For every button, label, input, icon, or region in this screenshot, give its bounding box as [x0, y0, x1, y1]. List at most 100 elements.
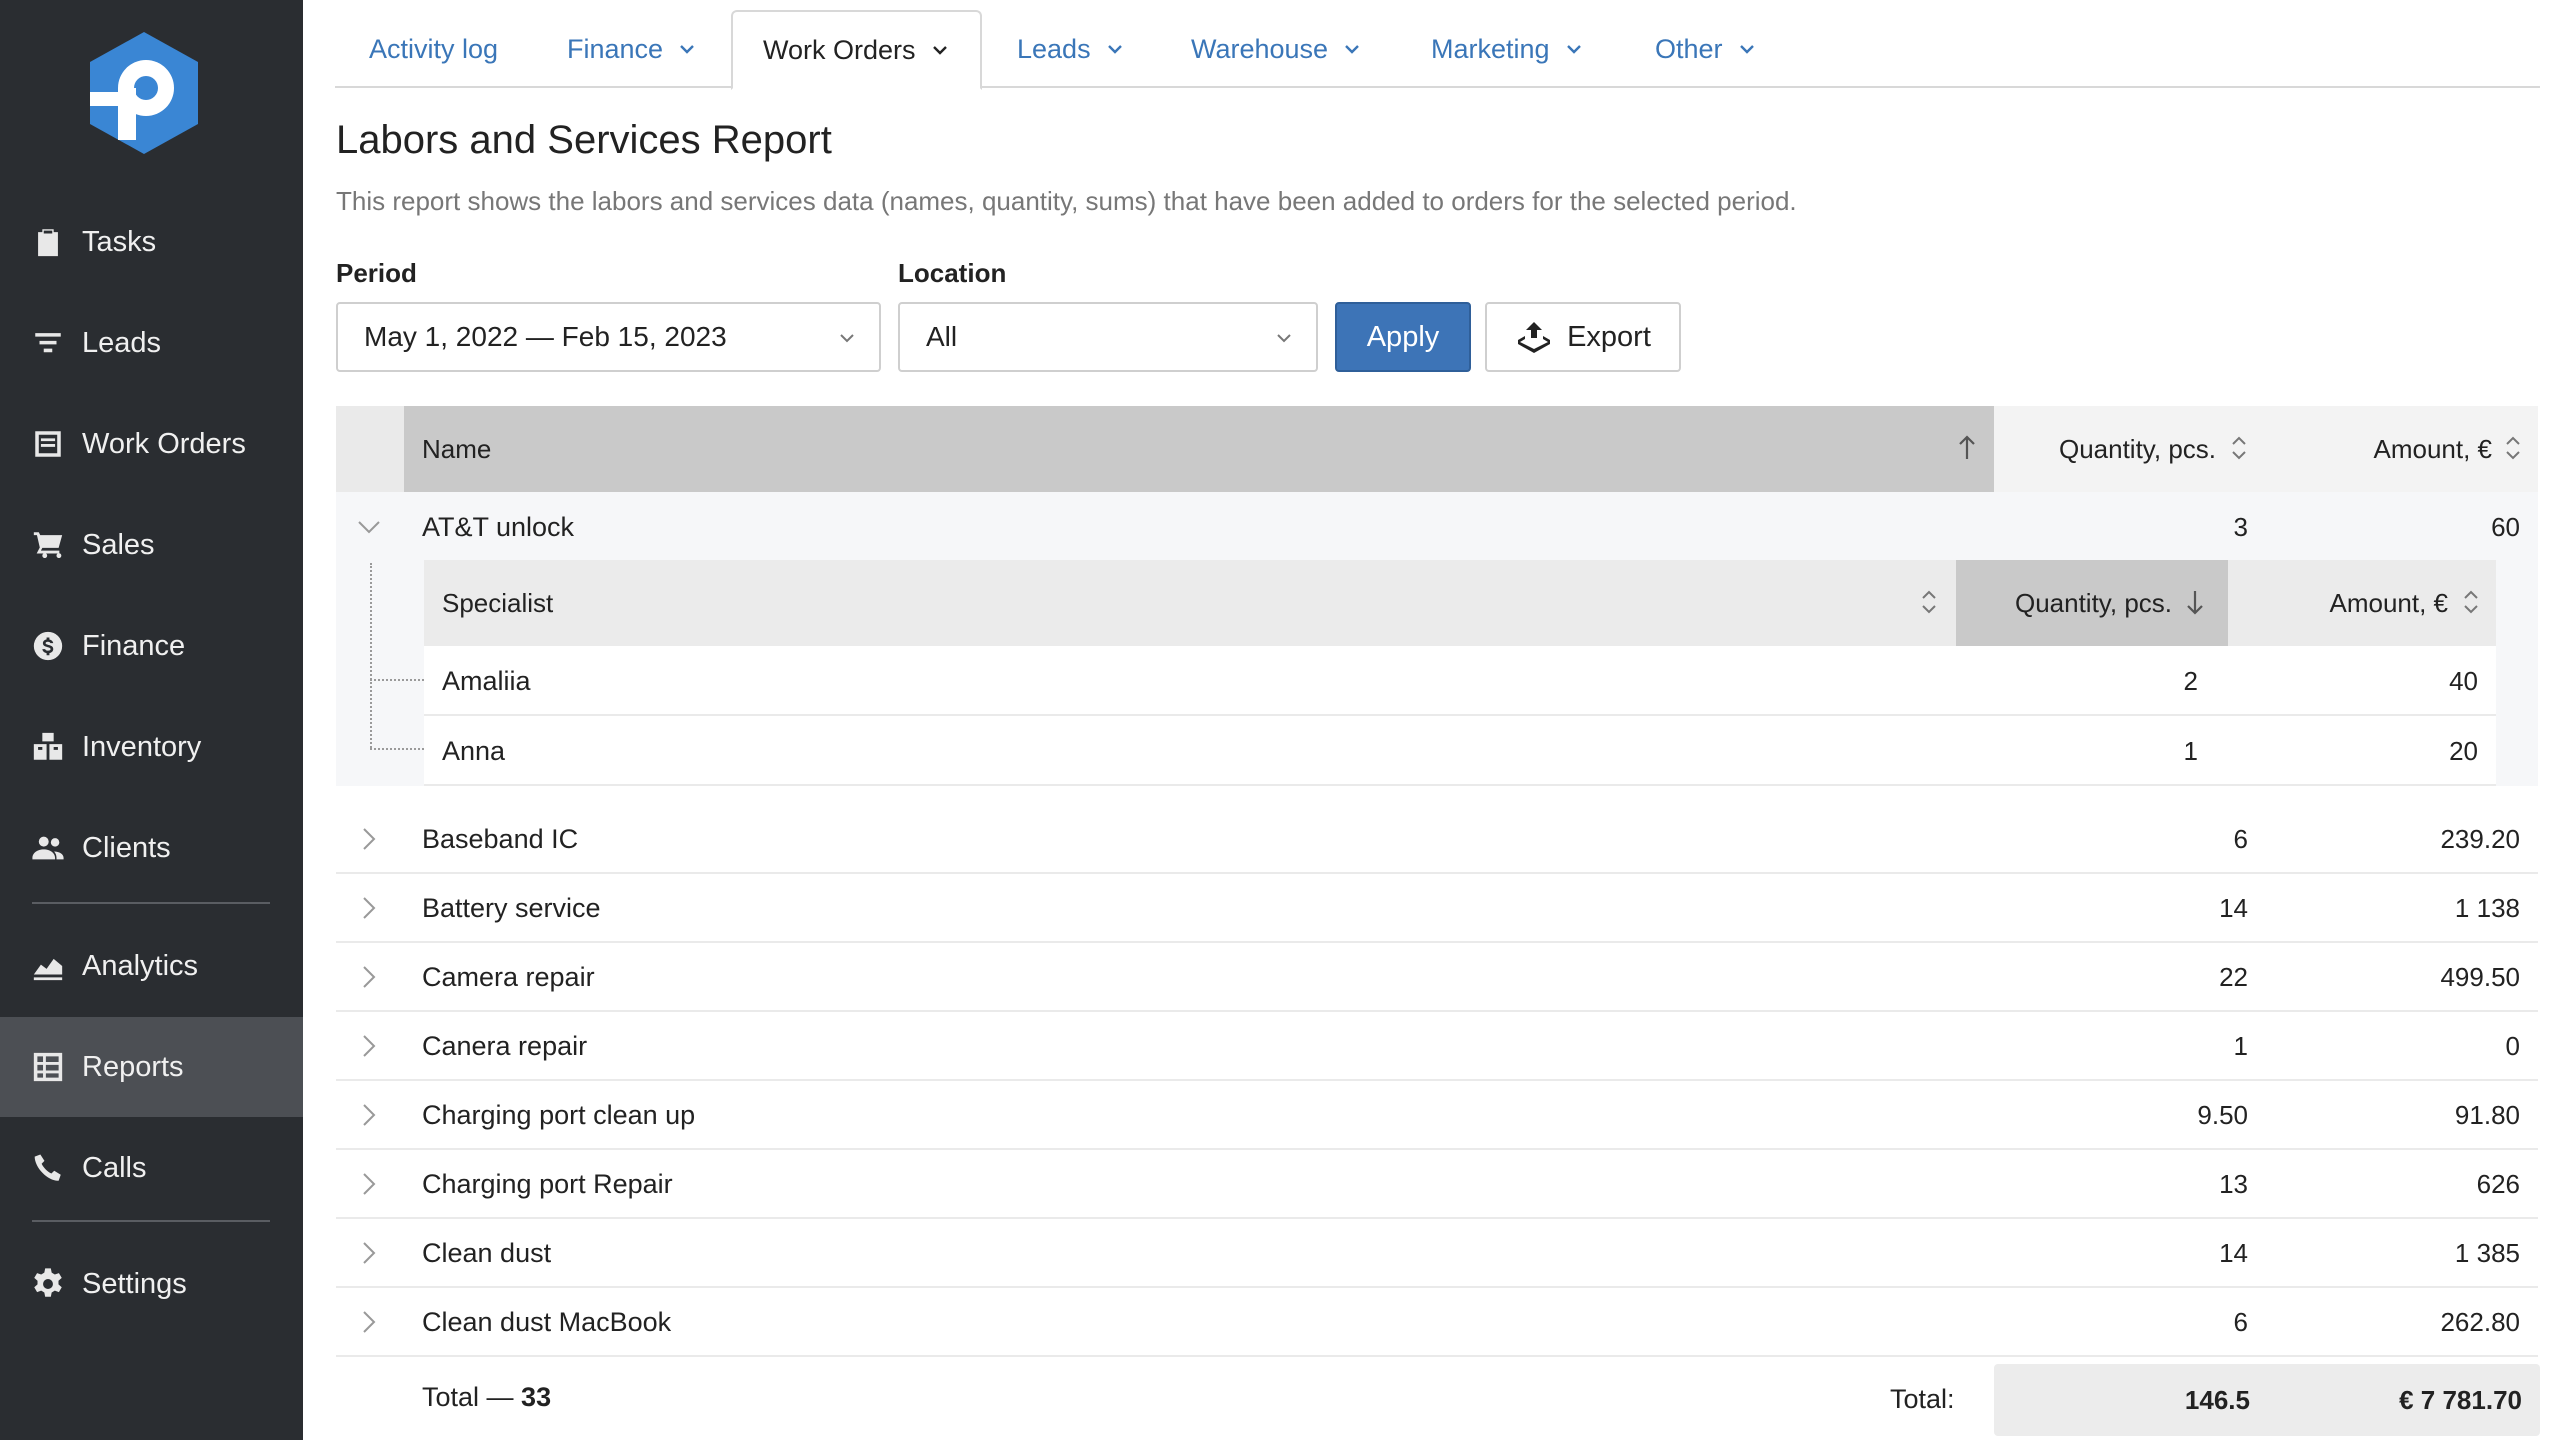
p-logo-icon[interactable]: [84, 30, 204, 156]
table-row[interactable]: Clean dust MacBook 6 262.80: [336, 1287, 2538, 1357]
sidebar-item-label: Analytics: [82, 949, 199, 982]
export-icon: [1518, 322, 1551, 353]
sub-table-row[interactable]: Amaliia 2 40: [424, 646, 2496, 716]
tree-connector: [370, 563, 372, 748]
chevron-right-icon[interactable]: [356, 964, 382, 990]
row-quantity: 1: [2233, 1030, 2248, 1061]
specialist-quantity: 2: [2183, 665, 2198, 696]
row-amount: 91.80: [2454, 1099, 2520, 1130]
table-row[interactable]: Baseband IC 6 239.20: [336, 804, 2538, 874]
column-label: Amount, €: [2329, 587, 2448, 618]
sub-amount-column-header[interactable]: Amount, €: [2232, 560, 2496, 646]
sort-descending-icon: [2187, 591, 2203, 615]
period-select[interactable]: May 1, 2022 — Feb 15, 2023: [336, 302, 881, 372]
row-name: Charging port clean up: [422, 1099, 696, 1130]
sidebar-item-settings[interactable]: Settings: [0, 1234, 303, 1334]
sidebar-item-sales[interactable]: Sales: [0, 495, 303, 595]
tab-activity-log[interactable]: Activity log: [369, 10, 498, 88]
table-row[interactable]: Charging port Repair 13 626: [336, 1149, 2538, 1219]
row-quantity: 22: [2219, 961, 2248, 992]
phone-icon: [30, 1150, 66, 1186]
sub-quantity-column-header[interactable]: Quantity, pcs.: [1956, 560, 2228, 646]
sidebar-item-work-orders[interactable]: Work Orders: [0, 394, 303, 494]
sidebar-item-label: Calls: [82, 1151, 147, 1184]
tab-leads[interactable]: Leads: [1017, 10, 1125, 88]
column-label: Amount, €: [2373, 433, 2492, 464]
table-row[interactable]: Camera repair 22 499.50: [336, 942, 2538, 1012]
sidebar-item-clients[interactable]: Clients: [0, 798, 303, 898]
table-row[interactable]: Canera repair 1 0: [336, 1011, 2538, 1081]
specialist-amount: 20: [2449, 735, 2478, 766]
sidebar-item-tasks[interactable]: Tasks: [0, 192, 303, 292]
row-name: Clean dust MacBook: [422, 1306, 672, 1337]
table-row[interactable]: AT&T unlock 3 60: [336, 492, 2538, 562]
tab-other[interactable]: Other: [1655, 10, 1757, 88]
tree-connector: [370, 748, 424, 750]
specialist-column-header[interactable]: Specialist: [424, 560, 1956, 646]
chevron-down-icon: [1107, 45, 1122, 54]
sidebar-item-finance[interactable]: Finance: [0, 596, 303, 696]
users-icon: [30, 830, 66, 866]
tab-work-orders[interactable]: Work Orders: [731, 10, 982, 90]
table-row[interactable]: Charging port clean up 9.50 91.80: [336, 1080, 2538, 1150]
export-button[interactable]: Export: [1485, 302, 1681, 372]
tab-label: Warehouse: [1191, 33, 1329, 64]
sub-table-row[interactable]: Anna 1 20: [424, 716, 2496, 786]
boxes-icon: [30, 729, 66, 765]
quantity-column-header[interactable]: Quantity, pcs.: [1998, 406, 2268, 492]
chevron-right-icon[interactable]: [356, 895, 382, 921]
sidebar-item-calls[interactable]: Calls: [0, 1118, 303, 1218]
sidebar-item-label: Work Orders: [82, 427, 246, 460]
work-order-icon: [30, 426, 66, 462]
column-label: Quantity, pcs.: [2058, 433, 2216, 464]
sort-icon: [2232, 436, 2246, 460]
chevron-down-icon[interactable]: [356, 514, 382, 540]
location-select[interactable]: All: [898, 302, 1318, 372]
sidebar-item-analytics[interactable]: Analytics: [0, 916, 303, 1016]
chevron-right-icon[interactable]: [356, 1033, 382, 1059]
area-chart-icon: [30, 948, 66, 984]
chevron-right-icon[interactable]: [356, 1240, 382, 1266]
total-label: Total:: [1890, 1384, 1955, 1414]
report-grid-icon: [30, 1049, 66, 1085]
chevron-right-icon[interactable]: [356, 1171, 382, 1197]
table-row[interactable]: Battery service 14 1 138: [336, 873, 2538, 943]
row-quantity: 3: [2233, 511, 2248, 542]
row-amount: 0: [2505, 1030, 2520, 1061]
total-quantity: 146.5: [2184, 1384, 2250, 1415]
expander-column-header: [336, 406, 404, 492]
report-tabs: Activity log Finance Work Orders Leads W…: [335, 0, 2540, 90]
chevron-right-icon[interactable]: [356, 1102, 382, 1128]
sidebar-item-reports[interactable]: Reports: [0, 1017, 303, 1117]
chevron-right-icon[interactable]: [356, 1309, 382, 1335]
row-name: Charging port Repair: [422, 1168, 673, 1199]
chevron-right-icon[interactable]: [356, 826, 382, 852]
tab-warehouse[interactable]: Warehouse: [1191, 10, 1362, 88]
specialist-name: Amaliia: [442, 665, 531, 696]
tab-marketing[interactable]: Marketing: [1431, 10, 1584, 88]
amount-column-header[interactable]: Amount, €: [2272, 406, 2538, 492]
period-value: May 1, 2022 — Feb 15, 2023: [364, 321, 727, 352]
sidebar-divider: [32, 1220, 270, 1222]
tab-label: Work Orders: [763, 34, 916, 65]
sidebar-item-label: Settings: [82, 1267, 187, 1300]
column-label: Specialist: [442, 587, 554, 618]
sidebar-item-leads[interactable]: Leads: [0, 293, 303, 393]
name-column-header[interactable]: Name: [404, 406, 1994, 492]
sidebar-item-inventory[interactable]: Inventory: [0, 697, 303, 797]
tab-label: Leads: [1017, 33, 1091, 64]
tab-finance[interactable]: Finance: [567, 10, 697, 88]
sidebar-item-label: Leads: [82, 326, 162, 359]
clipboard-check-icon: [30, 224, 66, 260]
apply-button[interactable]: Apply: [1335, 302, 1471, 372]
row-amount: 262.80: [2440, 1306, 2520, 1337]
row-name: Canera repair: [422, 1030, 588, 1061]
row-amount: 499.50: [2440, 961, 2520, 992]
row-amount: 1 385: [2454, 1237, 2520, 1268]
tree-connector: [370, 679, 424, 681]
chevron-down-icon: [932, 46, 947, 55]
sidebar-item-label: Finance: [82, 629, 186, 662]
totals-box: 146.5 € 7 781.70: [1994, 1364, 2540, 1436]
total-amount: € 7 781.70: [2399, 1384, 2522, 1415]
table-row[interactable]: Clean dust 14 1 385: [336, 1218, 2538, 1288]
